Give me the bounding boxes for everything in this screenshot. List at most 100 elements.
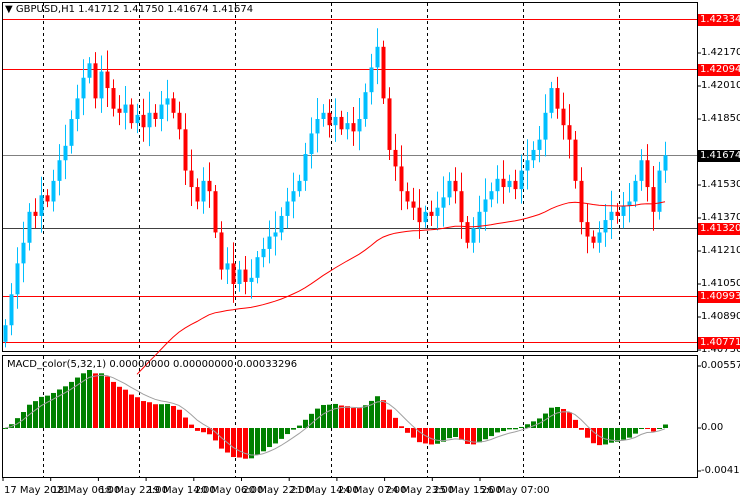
- macd-bar: [363, 405, 368, 428]
- macd-bar: [309, 413, 314, 428]
- candle-body: [261, 248, 266, 258]
- macd-bar: [477, 428, 482, 443]
- macd-bar: [621, 428, 626, 440]
- macd-bar: [585, 428, 590, 438]
- candle-body: [99, 71, 104, 99]
- candle-body: [603, 220, 608, 233]
- mt-chart-window: ▼ GBPUSD,H1 1.41712 1.41750 1.41674 1.41…: [0, 0, 740, 500]
- candle-body: [471, 228, 476, 243]
- candle-body: [393, 149, 398, 167]
- candle-body: [219, 232, 224, 270]
- candle-body: [195, 187, 200, 202]
- macd-bar: [123, 389, 128, 428]
- macd-bar: [381, 400, 386, 428]
- macd-bar: [261, 428, 266, 452]
- macd-bar: [651, 428, 656, 432]
- candle-body: [105, 71, 110, 89]
- candle-body: [45, 195, 50, 202]
- candle-body: [429, 211, 434, 216]
- macd-bar: [639, 428, 644, 429]
- candle-body: [483, 199, 488, 212]
- candle-body: [267, 236, 272, 249]
- candle-body: [435, 207, 440, 216]
- macd-bar: [633, 428, 638, 434]
- candle-body: [129, 104, 134, 124]
- price-axis-label: 1.41850: [701, 113, 740, 124]
- candle-body: [291, 191, 296, 202]
- macd-axis-zero: 0.00: [701, 422, 724, 433]
- candle-body: [447, 180, 452, 198]
- candle-body: [165, 98, 170, 105]
- candle-body: [609, 211, 614, 221]
- candle-body: [519, 170, 524, 190]
- price-level-label: 1.42094: [698, 63, 740, 76]
- macd-bar: [375, 396, 380, 428]
- candle-body: [3, 325, 8, 342]
- price-level-label: 1.41674: [698, 149, 740, 162]
- macd-bar: [279, 428, 284, 439]
- macd-bar: [105, 376, 110, 428]
- candle-body: [147, 112, 152, 128]
- macd-bar: [195, 428, 200, 431]
- candle-body: [33, 211, 38, 216]
- macd-bar: [657, 428, 662, 429]
- macd-bar: [567, 412, 572, 428]
- candle-body: [561, 108, 566, 126]
- candle-body: [21, 242, 26, 264]
- candle-body: [351, 123, 356, 132]
- candle-body: [381, 46, 386, 99]
- candle-body: [363, 92, 368, 119]
- candle-body: [249, 277, 254, 282]
- main-pane-border: [2, 2, 698, 352]
- candle-body: [111, 88, 116, 109]
- candle-body: [51, 180, 56, 202]
- macd-bar: [339, 405, 344, 428]
- macd-bar: [501, 428, 506, 432]
- macd-bar: [447, 428, 452, 439]
- chart-header: ▼ GBPUSD,H1 1.41712 1.41750 1.41674 1.41…: [5, 4, 253, 15]
- macd-bar: [135, 397, 140, 428]
- candle-body: [153, 112, 158, 119]
- price-axis-label: 1.41530: [701, 179, 740, 190]
- candle-body: [81, 77, 86, 99]
- macd-bar: [117, 386, 122, 428]
- candle-body: [321, 112, 326, 119]
- macd-bar: [663, 424, 668, 428]
- candle-body: [303, 154, 308, 181]
- candle-body: [621, 205, 626, 216]
- macd-bar: [513, 428, 518, 430]
- candle-body: [375, 46, 380, 68]
- macd-bar: [273, 428, 278, 444]
- candle-body: [15, 263, 20, 295]
- macd-bar: [495, 428, 500, 433]
- price-axis-label: 1.40890: [701, 311, 740, 322]
- candle-body: [117, 108, 122, 113]
- candle-body: [75, 98, 80, 119]
- dropdown-triangle-icon[interactable]: ▼: [5, 4, 13, 15]
- candle-body: [159, 104, 164, 119]
- candle-body: [213, 191, 218, 233]
- candle-body: [309, 133, 314, 155]
- macd-bar: [393, 417, 398, 428]
- candle-body: [285, 201, 290, 216]
- macd-axis-max: 0.0055791: [701, 360, 740, 371]
- macd-title: MACD_color(5,32,1) 0.00000000 0.00000000…: [7, 359, 298, 370]
- candle-body: [201, 180, 206, 202]
- candle-body: [345, 123, 350, 130]
- candle-body: [645, 160, 650, 188]
- candle-body: [495, 178, 500, 192]
- candle-body: [315, 119, 320, 134]
- macd-bar: [579, 428, 584, 430]
- price-chart[interactable]: [0, 0, 740, 500]
- candle-body: [507, 180, 512, 188]
- candle-body: [357, 119, 362, 132]
- macd-bar: [549, 407, 554, 428]
- macd-bar: [645, 428, 650, 429]
- candle-body: [633, 180, 638, 202]
- macd-bar: [357, 408, 362, 428]
- macd-bar: [171, 405, 176, 428]
- macd-bar: [189, 424, 194, 428]
- macd-bar: [453, 428, 458, 437]
- symbol-label: GBPUSD,H1: [15, 4, 75, 15]
- macd-bar: [351, 408, 356, 428]
